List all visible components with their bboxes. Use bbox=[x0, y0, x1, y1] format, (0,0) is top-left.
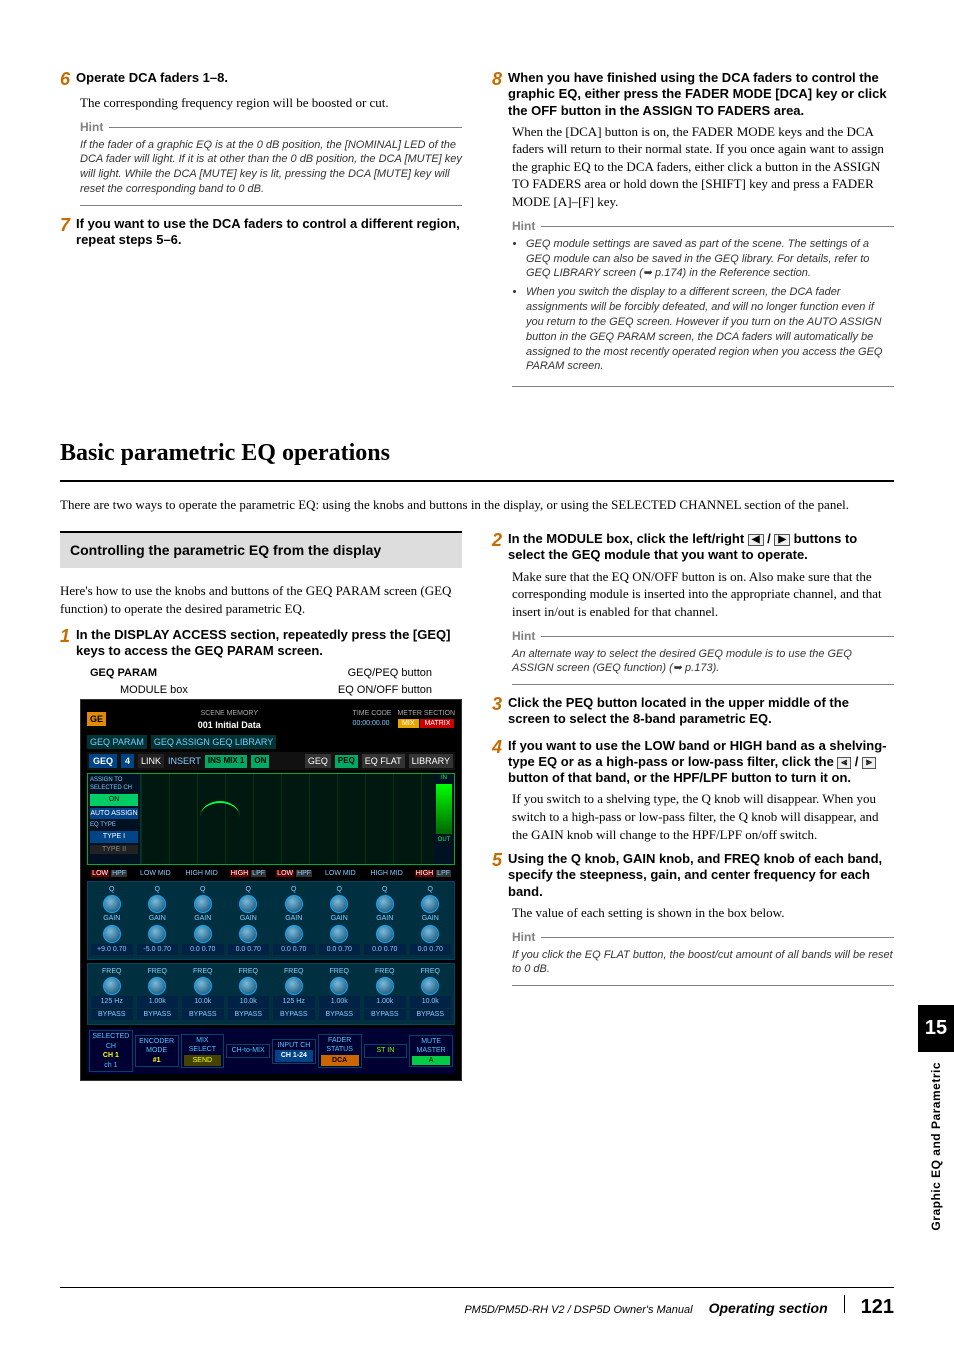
hint-item: GEQ module settings are saved as part of… bbox=[526, 237, 894, 282]
section-label: Operating section bbox=[709, 1299, 828, 1318]
geq-label: GEQ bbox=[89, 754, 117, 768]
step-heading: Click the PEQ button located in the uppe… bbox=[508, 695, 894, 728]
page-number: 121 bbox=[861, 1294, 894, 1321]
step-5-body: The value of each setting is shown in th… bbox=[512, 904, 894, 922]
step-heading: If you want to use the DCA faders to con… bbox=[76, 216, 462, 249]
step-number: 8 bbox=[492, 70, 502, 119]
step-heading: In the MODULE box, click the left/right … bbox=[508, 531, 894, 564]
subsection-heading: Controlling the parametric EQ from the d… bbox=[60, 531, 462, 568]
step-8: 8 When you have finished using the DCA f… bbox=[492, 70, 894, 119]
footer-divider bbox=[844, 1295, 845, 1313]
step-heading: Operate DCA faders 1–8. bbox=[76, 70, 228, 90]
step-number: 5 bbox=[492, 851, 502, 900]
step-6: 6 Operate DCA faders 1–8. bbox=[60, 70, 462, 90]
step-2-body: Make sure that the EQ ON/OFF button is o… bbox=[512, 568, 894, 621]
section-intro: There are two ways to operate the parame… bbox=[60, 496, 894, 514]
subsection-intro: Here's how to use the knobs and buttons … bbox=[60, 582, 462, 617]
geq-number: 4 bbox=[121, 754, 134, 768]
hint-label: Hint bbox=[512, 628, 894, 644]
hint-body: If the fader of a graphic EQ is at the 0… bbox=[80, 138, 462, 206]
eq-on-button: ON bbox=[251, 755, 269, 768]
step-heading: In the DISPLAY ACCESS section, repeatedl… bbox=[76, 627, 462, 660]
mode-badge: GE bbox=[87, 712, 106, 726]
peq-mode-button: PEQ bbox=[335, 755, 358, 768]
step-5: 5 Using the Q knob, GAIN knob, and FREQ … bbox=[492, 851, 894, 900]
col-right: 2 In the MODULE box, click the left/righ… bbox=[492, 531, 894, 1081]
hint-item: When you switch the display to a differe… bbox=[526, 285, 894, 374]
page-footer: PM5D/PM5D-RH V2 / DSP5D Owner's Manual O… bbox=[60, 1287, 894, 1321]
step-3: 3 Click the PEQ button located in the up… bbox=[492, 695, 894, 728]
fig-tabs: GEQ PARAM GEQ ASSIGN GEQ LIBRARY bbox=[87, 735, 455, 749]
caption-geq-param: GEQ PARAM bbox=[90, 666, 157, 681]
figure-sub-labels: MODULE box EQ ON/OFF button bbox=[120, 683, 432, 698]
step-number: 7 bbox=[60, 216, 70, 249]
chapter-number: 15 bbox=[918, 1005, 954, 1052]
step-2: 2 In the MODULE box, click the left/righ… bbox=[492, 531, 894, 564]
meter-section: METER SECTION MIX MATRIX bbox=[397, 709, 455, 728]
step-heading: When you have finished using the DCA fad… bbox=[508, 70, 894, 119]
tab-geq-param: GEQ PARAM bbox=[87, 735, 147, 749]
step-heading: Using the Q knob, GAIN knob, and FREQ kn… bbox=[508, 851, 894, 900]
manual-title: PM5D/PM5D-RH V2 / DSP5D Owner's Manual bbox=[464, 1303, 692, 1318]
eq-curve-grid bbox=[141, 774, 434, 864]
step-heading: If you want to use the LOW band or HIGH … bbox=[508, 738, 894, 787]
meter-strip: IN OUT bbox=[434, 774, 454, 864]
upper-columns: 6 Operate DCA faders 1–8. The correspond… bbox=[60, 70, 894, 397]
q-gain-row: QGAIN+9.0 0.70 QGAIN-5.0 0.70 QGAIN0.0 0… bbox=[87, 881, 455, 960]
step-number: 2 bbox=[492, 531, 502, 564]
step-4-body: If you switch to a shelving type, the Q … bbox=[512, 790, 894, 843]
fig-graph: ASSIGN TO SELECTED CH ON AUTO ASSIGN EQ … bbox=[87, 773, 455, 865]
section-rule bbox=[60, 480, 894, 482]
step-8-body: When the [DCA] button is on, the FADER M… bbox=[512, 123, 894, 211]
col-left: 6 Operate DCA faders 1–8. The correspond… bbox=[60, 70, 462, 397]
caption-module-box: MODULE box bbox=[120, 683, 188, 698]
hint-label: Hint bbox=[512, 929, 894, 945]
step-7: 7 If you want to use the DCA faders to c… bbox=[60, 216, 462, 249]
hint-label: Hint bbox=[512, 218, 894, 234]
geq-param-screenshot: GE SCENE MEMORY 001 Initial Data TIME CO… bbox=[80, 699, 462, 1081]
step-number: 1 bbox=[60, 627, 70, 660]
left-arrow-icon: ◀ bbox=[748, 534, 764, 546]
insert-target: INS MIX 1 bbox=[205, 755, 247, 768]
fig-bottombar: SELECTED CHCH 1ch 1 ENCODER MODE#1 MIX S… bbox=[87, 1028, 455, 1074]
hint-body: An alternate way to select the desired G… bbox=[512, 647, 894, 686]
gt-shelf-icon: ⪢ bbox=[862, 757, 876, 769]
step-4: 4 If you want to use the LOW band or HIG… bbox=[492, 738, 894, 787]
fig-left-panel: ASSIGN TO SELECTED CH ON AUTO ASSIGN EQ … bbox=[88, 774, 141, 864]
step-1: 1 In the DISPLAY ACCESS section, repeate… bbox=[60, 627, 462, 660]
hint-body: If you click the EQ FLAT button, the boo… bbox=[512, 948, 894, 987]
step-6-body: The corresponding frequency region will … bbox=[80, 94, 462, 112]
fig-module-bar: GEQ 4 LINK INSERT INS MIX 1 ON GEQ PEQ E… bbox=[87, 752, 455, 770]
chapter-tab: 15 Graphic EQ and Parametric bbox=[918, 1005, 954, 1231]
freq-row: FREQ125 HzBYPASS FREQ1.00kBYPASS FREQ10.… bbox=[87, 963, 455, 1025]
step-number: 3 bbox=[492, 695, 502, 728]
chapter-title: Graphic EQ and Parametric bbox=[928, 1062, 944, 1231]
tab-others: GEQ ASSIGN GEQ LIBRARY bbox=[151, 735, 276, 749]
fig-topbar: GE SCENE MEMORY 001 Initial Data TIME CO… bbox=[87, 706, 455, 731]
right-arrow-icon: ▶ bbox=[774, 534, 790, 546]
lower-columns: Controlling the parametric EQ from the d… bbox=[60, 531, 894, 1081]
hint-body: GEQ module settings are saved as part of… bbox=[512, 237, 894, 388]
lt-shelf-icon: ⪡ bbox=[837, 757, 851, 769]
insert-label: INSERT bbox=[168, 755, 201, 767]
eq-flat-button: EQ FLAT bbox=[362, 754, 405, 768]
caption-eq-onoff: EQ ON/OFF button bbox=[338, 683, 432, 698]
eq-curve bbox=[200, 801, 240, 833]
band-headers-lower: LOW HPF LOW MID HIGH MID HIGH LPF LOW HP… bbox=[87, 869, 455, 878]
link-button: LINK bbox=[138, 754, 164, 768]
col-right: 8 When you have finished using the DCA f… bbox=[492, 70, 894, 397]
timecode: TIME CODE 00:00:00.00 bbox=[353, 709, 392, 728]
section-title: Basic parametric EQ operations bbox=[60, 437, 894, 469]
col-left: Controlling the parametric EQ from the d… bbox=[60, 531, 462, 1081]
step-number: 4 bbox=[492, 738, 502, 787]
caption-peq-button: GEQ/PEQ button bbox=[348, 666, 432, 681]
step-number: 6 bbox=[60, 70, 70, 90]
geq-mode-button: GEQ bbox=[305, 754, 331, 768]
hint-label: Hint bbox=[80, 119, 462, 135]
figure-top-labels: GEQ PARAM GEQ/PEQ button bbox=[90, 666, 432, 681]
scene-memory: SCENE MEMORY 001 Initial Data bbox=[112, 706, 347, 731]
library-button: LIBRARY bbox=[409, 754, 453, 768]
